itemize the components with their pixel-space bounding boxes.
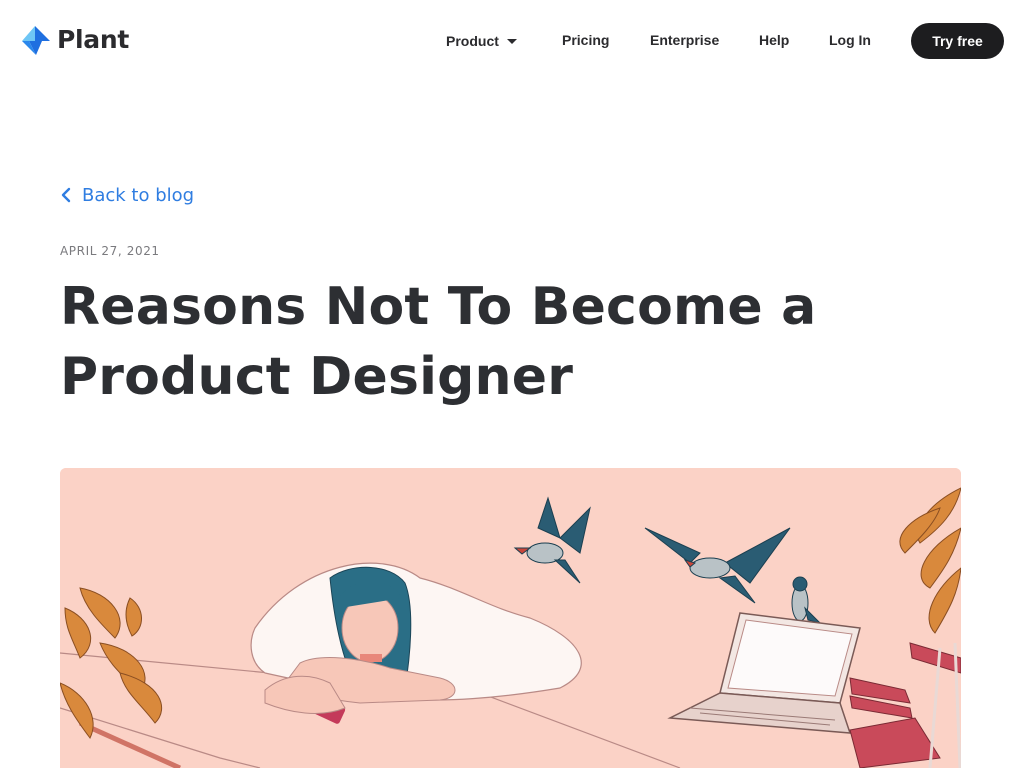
plant-logo-icon bbox=[22, 26, 50, 55]
chevron-left-icon bbox=[61, 187, 71, 203]
hero-illustration-art bbox=[60, 468, 961, 768]
nav-product[interactable]: Product bbox=[446, 31, 517, 51]
try-free-button[interactable]: Try free bbox=[911, 23, 1004, 59]
back-to-blog-label: Back to blog bbox=[82, 184, 195, 206]
nav-help[interactable]: Help bbox=[759, 31, 789, 51]
hero-illustration bbox=[60, 468, 961, 768]
post-title-line-1: Reasons Not To Become a bbox=[60, 277, 817, 337]
post-date: APRIL 27, 2021 bbox=[60, 244, 160, 258]
back-to-blog-link[interactable]: Back to blog bbox=[60, 182, 194, 208]
brand-name: Plant bbox=[57, 25, 130, 54]
brand-logo[interactable]: Plant bbox=[20, 24, 129, 56]
nav-pricing[interactable]: Pricing bbox=[562, 31, 609, 51]
post-title: Reasons Not To Become a Product Designer bbox=[60, 272, 960, 412]
post-title-line-2: Product Designer bbox=[60, 347, 574, 407]
nav-product-label: Product bbox=[446, 33, 499, 49]
nav-login[interactable]: Log In bbox=[829, 31, 871, 51]
chevron-down-icon bbox=[506, 39, 517, 44]
site-header: Plant Product Pricing Enterprise Help Lo… bbox=[0, 0, 1024, 82]
nav-enterprise[interactable]: Enterprise bbox=[650, 31, 719, 51]
